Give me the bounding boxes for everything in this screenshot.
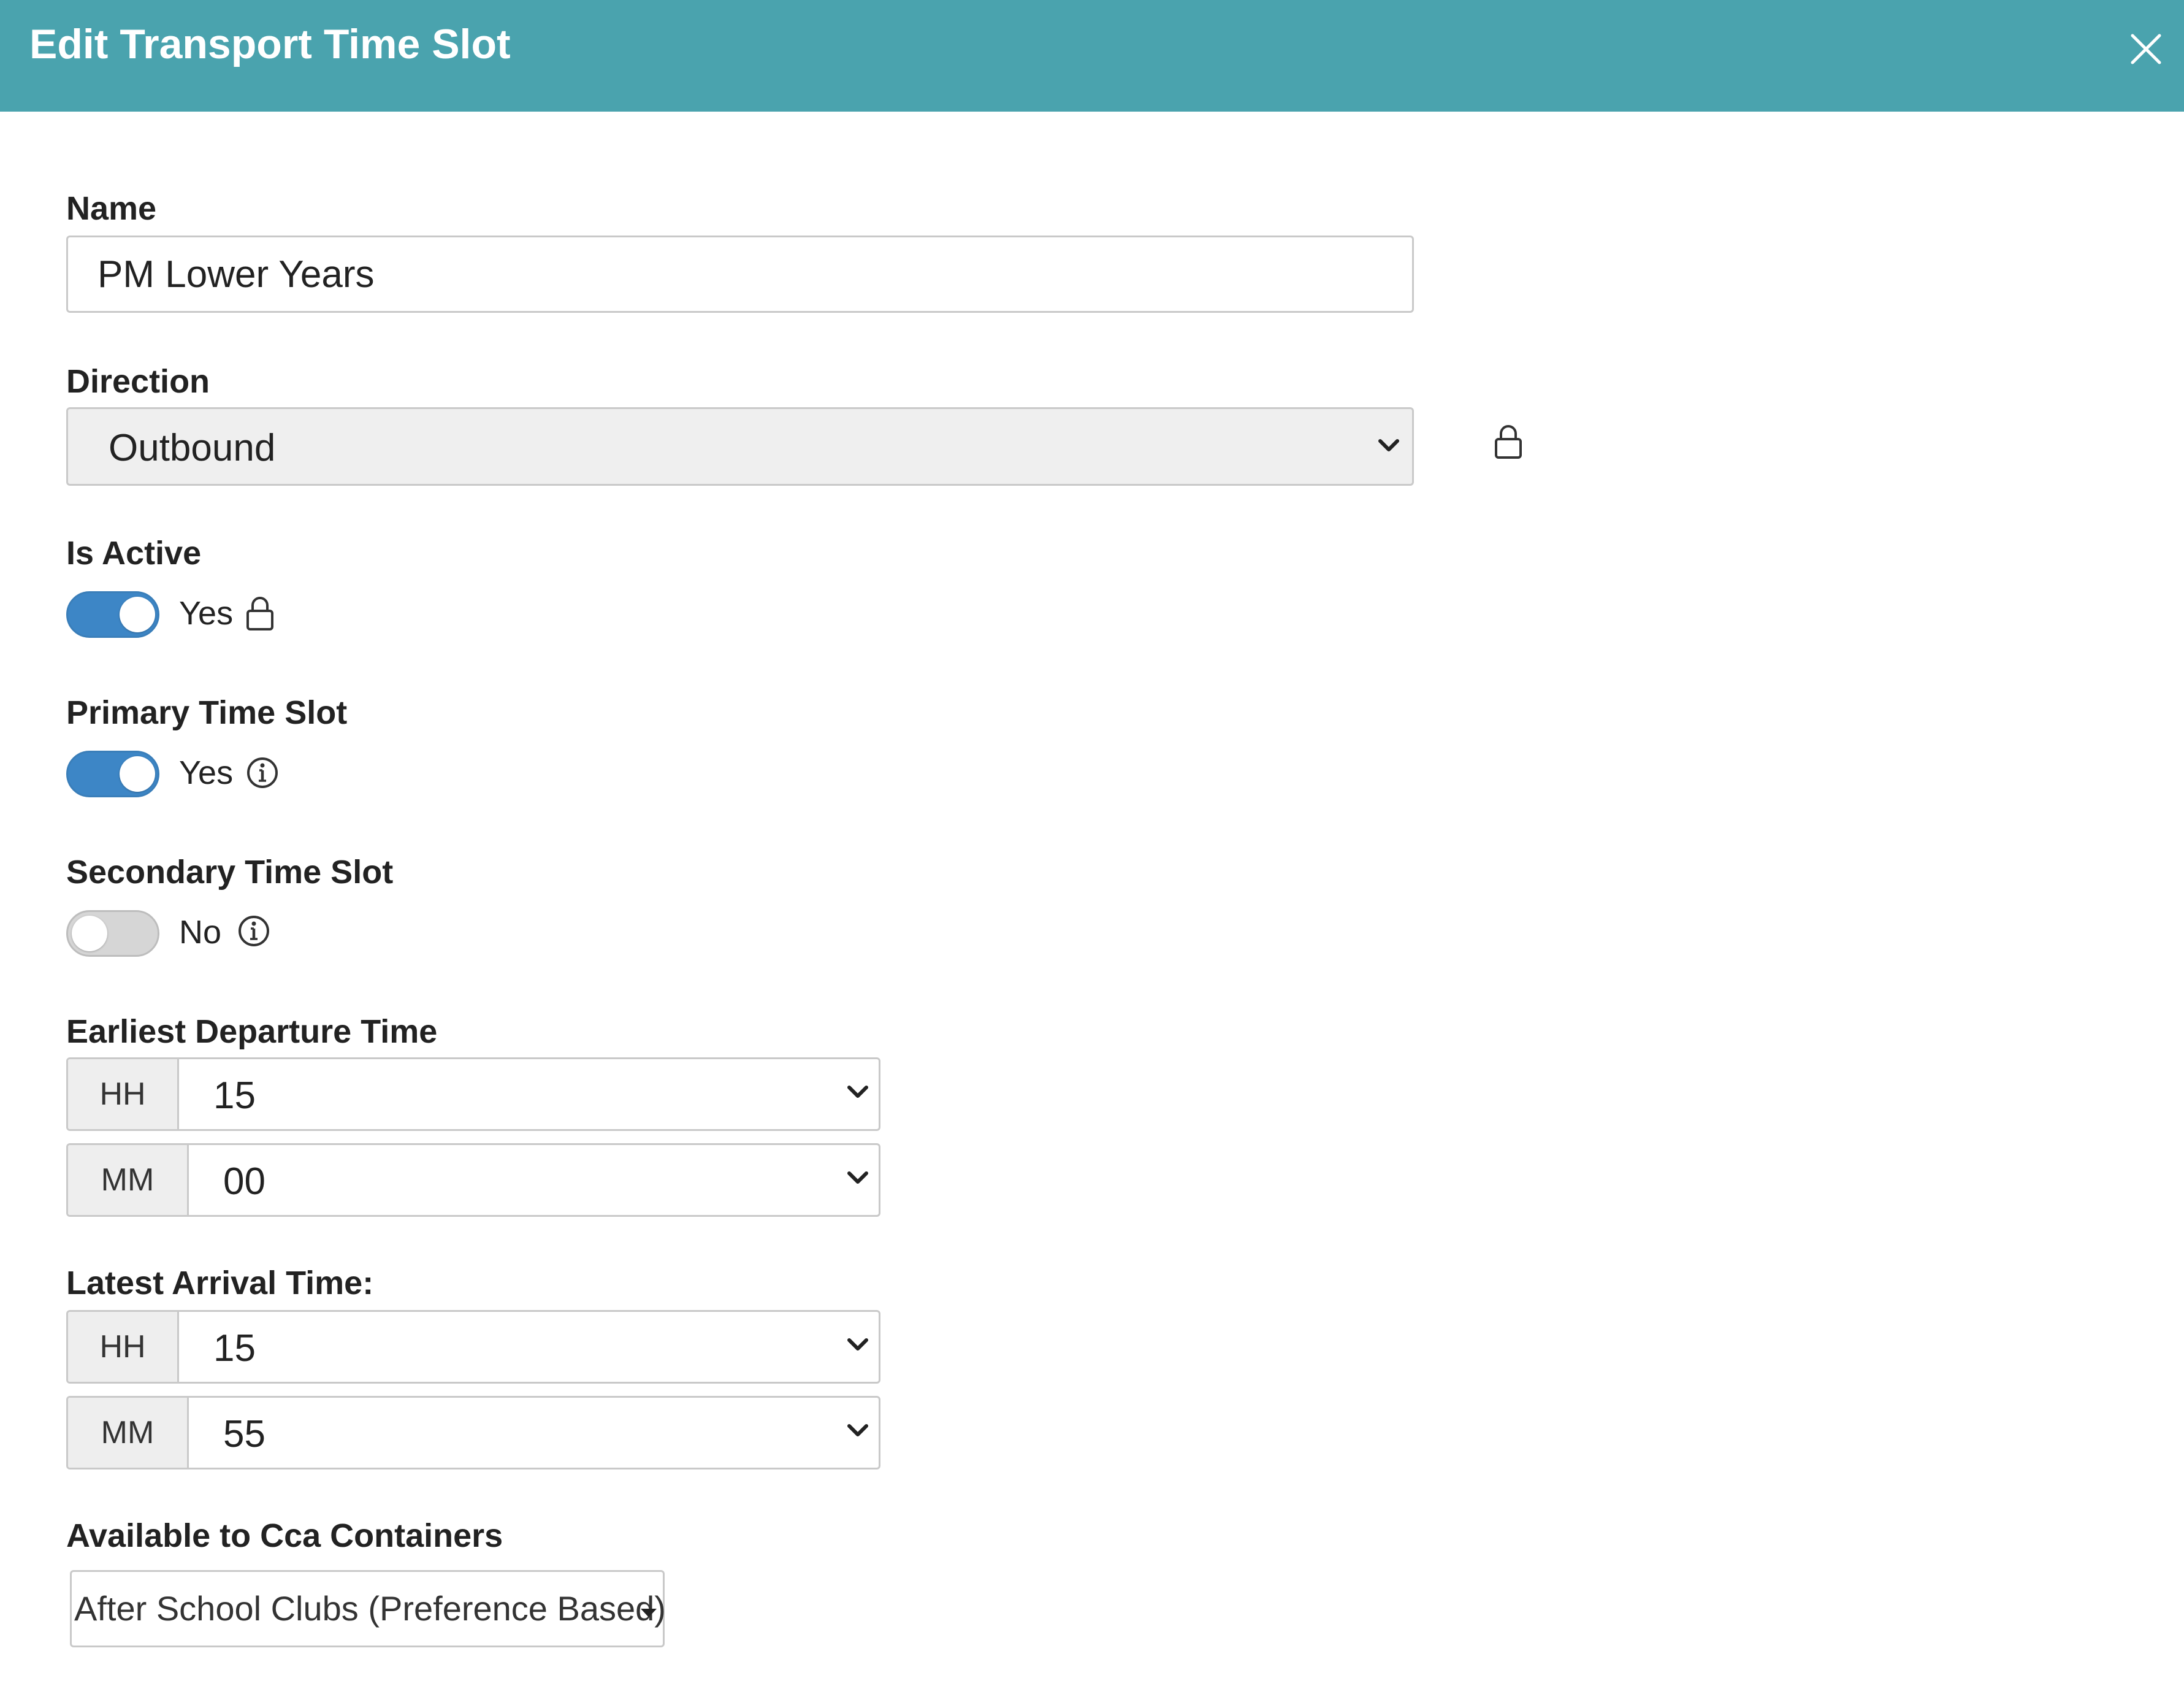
- is-active-toggle[interactable]: [66, 591, 159, 638]
- chevron-down-icon: [847, 1424, 868, 1436]
- close-button[interactable]: [2121, 25, 2171, 74]
- cca-containers-value: After School Clubs (Preference Based): [74, 1589, 666, 1628]
- earliest-departure-hh-group: HH 15: [66, 1057, 880, 1131]
- latest-arrival-hh-group: HH 15: [66, 1310, 880, 1384]
- direction-lock-icon: [1495, 425, 1522, 459]
- name-input[interactable]: [66, 236, 1414, 313]
- cca-containers-select[interactable]: After School Clubs (Preference Based): [70, 1570, 666, 1647]
- hh-value: 15: [213, 1327, 256, 1370]
- toggle-knob: [120, 597, 155, 632]
- lock-icon: [246, 597, 273, 630]
- info-icon[interactable]: [245, 756, 280, 790]
- toggle-knob: [120, 756, 155, 792]
- info-icon[interactable]: [237, 914, 271, 948]
- primary-time-slot-label: Primary Time Slot: [66, 694, 348, 731]
- direction-select[interactable]: Outbound: [66, 407, 1414, 486]
- dialog-title: Edit Transport Time Slot: [29, 21, 511, 67]
- mm-value: 55: [223, 1413, 265, 1455]
- dialog-header: Edit Transport Time Slot: [0, 0, 2184, 112]
- chevron-down-icon: [847, 1171, 868, 1184]
- cca-containers-label: Available to Cca Containers: [66, 1517, 503, 1554]
- direction-label: Direction: [66, 363, 210, 400]
- earliest-departure-hh-select[interactable]: 15: [179, 1059, 879, 1129]
- mm-addon: MM: [68, 1145, 189, 1215]
- primary-time-slot-toggle[interactable]: [66, 751, 159, 797]
- is-active-label: Is Active: [66, 535, 202, 572]
- latest-arrival-mm-select[interactable]: 55: [189, 1398, 879, 1468]
- edit-time-slot-dialog: Edit Transport Time Slot Name Direction …: [0, 0, 2184, 1705]
- mm-value: 00: [223, 1160, 265, 1203]
- is-active-state: Yes: [179, 595, 234, 632]
- chevron-down-icon: [1378, 439, 1399, 451]
- chevron-down-icon: [847, 1338, 868, 1351]
- latest-arrival-hh-select[interactable]: 15: [179, 1312, 879, 1382]
- secondary-time-slot-toggle[interactable]: [66, 910, 159, 957]
- chevron-down-icon: [847, 1086, 868, 1098]
- secondary-time-slot-label: Secondary Time Slot: [66, 854, 394, 891]
- latest-arrival-mm-group: MM 55: [66, 1396, 880, 1469]
- hh-value: 15: [213, 1075, 256, 1117]
- earliest-departure-label: Earliest Departure Time: [66, 1013, 438, 1050]
- earliest-departure-mm-select[interactable]: 00: [189, 1145, 879, 1215]
- earliest-departure-mm-group: MM 00: [66, 1143, 880, 1217]
- hh-addon: HH: [68, 1312, 179, 1382]
- latest-arrival-label: Latest Arrival Time:: [66, 1265, 374, 1301]
- name-label: Name: [66, 190, 157, 227]
- toggle-knob: [72, 916, 107, 951]
- direction-value: Outbound: [109, 427, 276, 469]
- hh-addon: HH: [68, 1059, 179, 1129]
- secondary-time-slot-state: No: [179, 914, 222, 951]
- primary-time-slot-state: Yes: [179, 754, 234, 791]
- caret-down-icon: [641, 1609, 657, 1617]
- mm-addon: MM: [68, 1398, 189, 1468]
- close-icon: [2131, 34, 2161, 64]
